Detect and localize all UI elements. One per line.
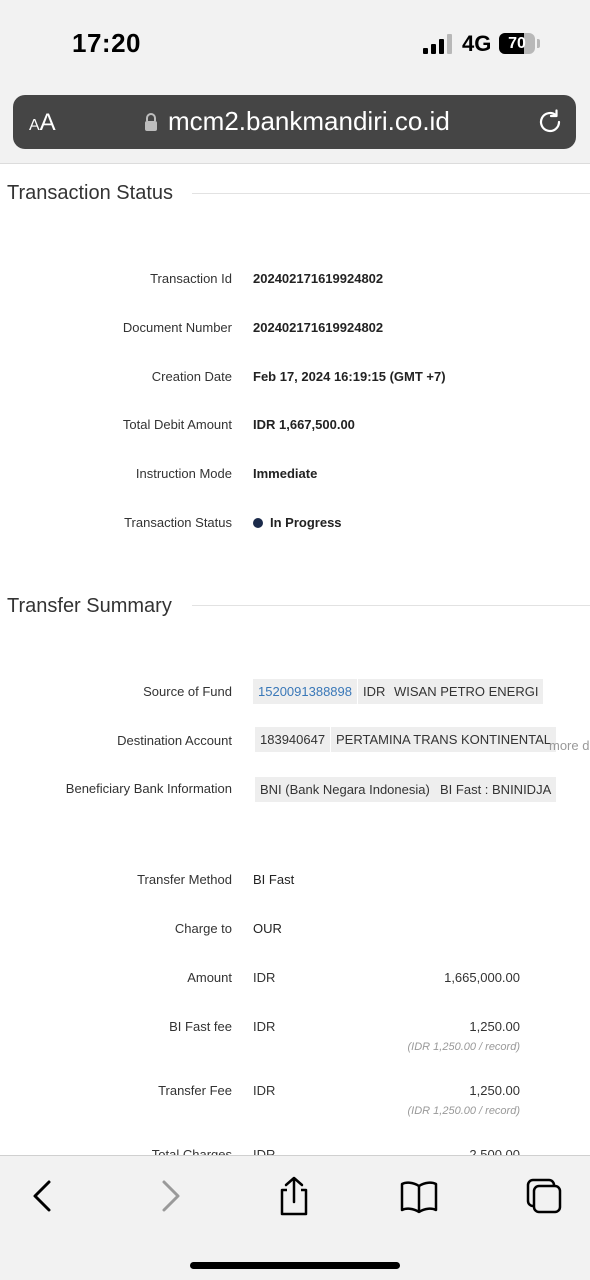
beneficiary-bank-chip: BNI (Bank Negara Indonesia) bbox=[255, 777, 435, 802]
beneficiary-code-chip: BI Fast : BNINIDJA bbox=[435, 777, 557, 802]
transaction-status-value: In Progress bbox=[253, 515, 342, 530]
beneficiary-bank-label: Beneficiary Bank Information bbox=[65, 781, 232, 796]
battery-percent: 70 bbox=[508, 35, 526, 52]
transfer-method-label: Transfer Method bbox=[137, 872, 232, 887]
total-charges-value: 2,500.00 bbox=[469, 1147, 520, 1155]
destination-account-chip: 183940647 bbox=[255, 727, 331, 752]
total-debit-value: IDR 1,667,500.00 bbox=[253, 417, 355, 432]
signal-icon bbox=[423, 34, 455, 54]
bi-fast-fee-value: 1,250.00 bbox=[469, 1019, 520, 1034]
section-divider bbox=[192, 605, 590, 606]
battery-icon: 70 bbox=[499, 33, 535, 54]
status-dot-icon bbox=[253, 518, 263, 528]
section-divider bbox=[192, 193, 590, 194]
charge-to-value: OUR bbox=[253, 921, 282, 936]
status-time: 17:20 bbox=[72, 28, 141, 58]
document-number-value: 202402171619924802 bbox=[253, 320, 384, 335]
page-content: Transaction Status Transaction Id 202402… bbox=[0, 165, 590, 1155]
network-type: 4G bbox=[462, 31, 492, 56]
creation-date-value: Feb 17, 2024 16:19:15 (GMT +7) bbox=[253, 369, 446, 384]
transaction-status-label: Transaction Status bbox=[124, 515, 232, 530]
instruction-mode-value: Immediate bbox=[253, 466, 318, 481]
url-text[interactable]: mcm2.bankmandiri.co.id bbox=[168, 106, 450, 137]
transfer-fee-currency: IDR bbox=[253, 1083, 276, 1098]
source-currency-chip: IDR bbox=[358, 679, 391, 704]
transaction-id-label: Transaction Id bbox=[150, 271, 232, 286]
bi-fast-fee-label: BI Fast fee bbox=[169, 1019, 232, 1034]
battery-tip bbox=[537, 39, 540, 48]
transaction-id-value: 202402171619924802 bbox=[253, 271, 384, 286]
status-bar: 17:20 4G 70 bbox=[0, 0, 590, 88]
home-indicator bbox=[190, 1262, 400, 1269]
forward-icon[interactable] bbox=[150, 1176, 190, 1216]
transaction-status-title: Transaction Status bbox=[7, 182, 174, 204]
status-text: In Progress bbox=[270, 515, 342, 530]
source-name-chip: WISAN PETRO ENERGI bbox=[389, 679, 544, 704]
bi-fast-fee-currency: IDR bbox=[253, 1019, 276, 1034]
document-number-label: Document Number bbox=[122, 320, 232, 335]
more-details-link[interactable]: more d bbox=[549, 738, 589, 753]
total-debit-label: Total Debit Amount bbox=[122, 417, 232, 432]
transfer-method-value: BI Fast bbox=[253, 872, 295, 887]
transfer-fee-value: 1,250.00 bbox=[469, 1083, 520, 1098]
back-icon[interactable] bbox=[23, 1176, 63, 1216]
transfer-fee-label: Transfer Fee bbox=[158, 1083, 232, 1098]
source-account-link[interactable]: 1520091388898 bbox=[253, 679, 357, 704]
transfer-fee-note: (IDR 1,250.00 / record) bbox=[407, 1105, 521, 1117]
browser-chrome: AA mcm2.bankmandiri.co.id bbox=[0, 88, 590, 164]
tabs-icon[interactable] bbox=[524, 1176, 564, 1216]
bookmarks-icon[interactable] bbox=[399, 1176, 439, 1216]
source-of-fund-label: Source of Fund bbox=[143, 684, 232, 699]
creation-date-label: Creation Date bbox=[151, 369, 232, 384]
instruction-mode-label: Instruction Mode bbox=[135, 466, 232, 481]
total-charges-label: Total Charges bbox=[151, 1147, 232, 1155]
lock-icon bbox=[145, 113, 157, 131]
amount-value: 1,665,000.00 bbox=[444, 970, 520, 985]
destination-account-label: Destination Account bbox=[117, 733, 232, 748]
transfer-summary-title: Transfer Summary bbox=[7, 595, 172, 617]
amount-currency: IDR bbox=[253, 970, 276, 985]
browser-toolbar bbox=[0, 1155, 590, 1280]
destination-name-chip: PERTAMINA TRANS KONTINENTAL bbox=[331, 727, 557, 752]
amount-label: Amount bbox=[187, 970, 232, 985]
text-size-button[interactable]: AA bbox=[29, 109, 56, 137]
address-bar[interactable]: AA mcm2.bankmandiri.co.id bbox=[13, 95, 576, 149]
reload-icon[interactable] bbox=[535, 107, 565, 137]
share-icon[interactable] bbox=[274, 1176, 314, 1216]
bi-fast-fee-note: (IDR 1,250.00 / record) bbox=[407, 1041, 521, 1053]
total-charges-currency: IDR bbox=[253, 1147, 276, 1155]
charge-to-label: Charge to bbox=[174, 921, 232, 936]
